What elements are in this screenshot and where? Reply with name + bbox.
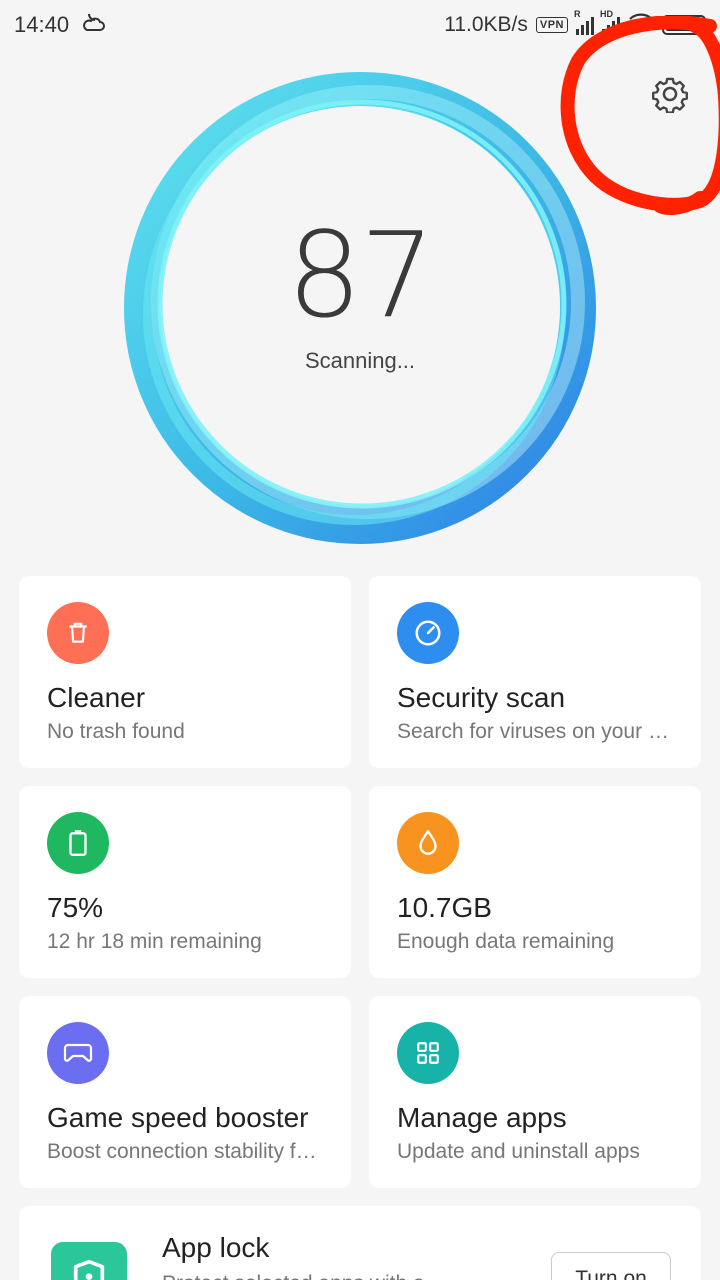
gear-icon [651,75,689,118]
partly-cloudy-night-icon [81,10,107,40]
card-title: 10.7GB [397,892,492,923]
card-subtitle: No trash found [47,720,185,743]
gamepad-icon [47,1022,109,1084]
app-lock-subtitle: Protect selected apps with a [162,1272,425,1280]
card-title: Manage apps [397,1102,567,1133]
settings-button[interactable] [648,74,692,118]
grid-icon [397,1022,459,1084]
speedometer-icon [397,602,459,664]
sim2-hd-label: HD [600,9,613,19]
data-usage-card[interactable]: 10.7GB Enough data remaining [369,786,701,978]
status-time: 14:40 [14,12,70,37]
security-scan-card[interactable]: Security scan Search for viruses on your… [369,576,701,768]
scan-status-label: Scanning... [304,348,416,373]
manage-apps-card[interactable]: Manage apps Update and uninstall apps [369,996,701,1188]
card-subtitle: 12 hr 18 min remaining [47,930,262,953]
wifi-icon [628,12,654,38]
battery-icon [47,812,109,874]
signal-sim1-icon: R [574,9,594,35]
cleaner-card[interactable]: Cleaner No trash found [19,576,351,768]
shield-lock-icon [51,1242,127,1280]
card-title: 75% [47,892,104,923]
trash-icon [47,602,109,664]
status-bar: 14:40 11.0KB/s VPN R HD [0,0,720,50]
game-booster-card[interactable]: Game speed booster Boost connection stab… [19,996,351,1188]
network-speed: 11.0KB/s [444,13,528,36]
signal-sim2-icon: HD [600,9,620,35]
card-subtitle: Enough data remaining [397,930,615,953]
card-title: Security scan [397,682,566,713]
security-score: 87 [286,206,435,344]
water-drop-icon [397,812,459,874]
sim1-roaming-label: R [574,9,581,19]
battery-icon [662,15,706,35]
card-subtitle: Boost connection stability fo... [47,1140,323,1163]
card-subtitle: Update and uninstall apps [397,1140,640,1163]
app-lock-title: App lock [162,1232,270,1263]
app-lock-card[interactable]: App lock Protect selected apps with a Tu… [19,1206,701,1280]
battery-level-fill [666,19,692,31]
card-subtitle: Search for viruses on your d... [397,720,673,743]
card-title: Game speed booster [47,1102,309,1133]
card-title: Cleaner [47,682,146,713]
battery-card[interactable]: 75% 12 hr 18 min remaining [19,786,351,978]
turn-on-button[interactable]: Turn on [551,1252,671,1280]
vpn-badge: VPN [535,17,568,33]
